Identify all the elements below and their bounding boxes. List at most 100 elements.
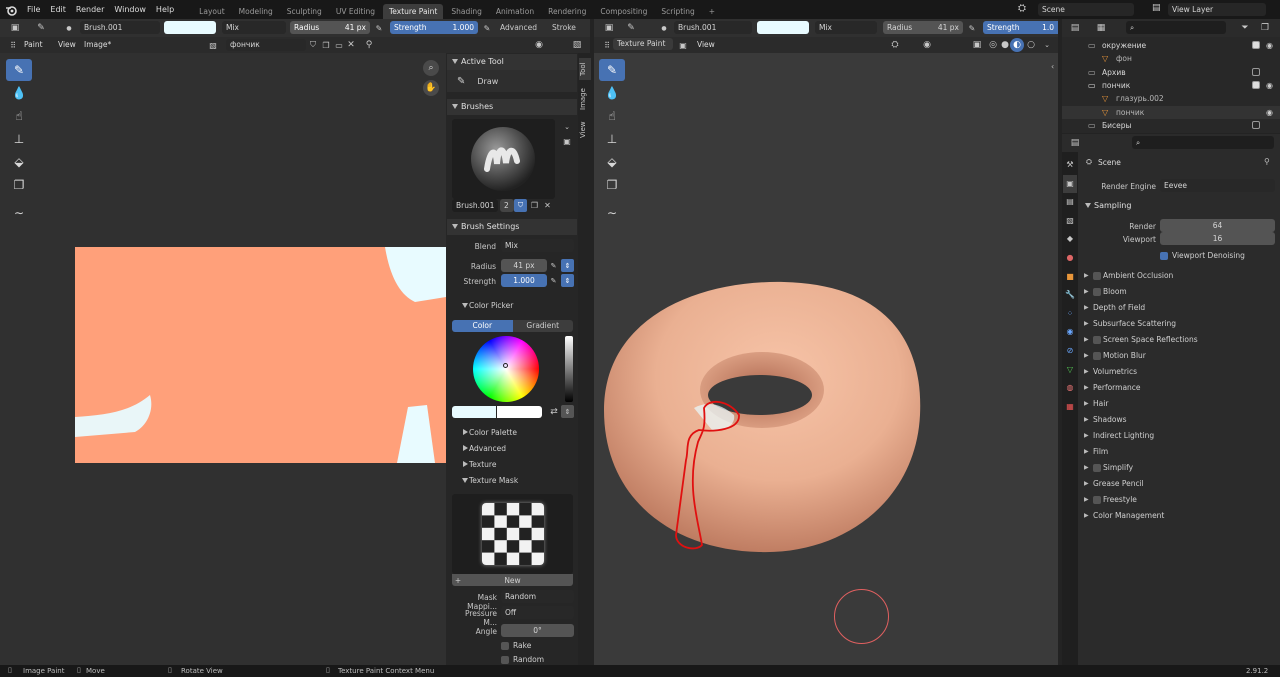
texture-mask-header[interactable]: Texture Mask [447,473,577,489]
brush-image-icon[interactable]: ▣ [560,134,574,148]
viewport-editor-type-icon[interactable]: ▣ [602,21,616,35]
scene-icon[interactable]: ⛭ [1018,3,1026,14]
modifier-tab-icon[interactable]: 🔧 [1063,286,1077,305]
panel-enable-checkbox[interactable] [1093,272,1101,280]
panel-subsurface-scattering[interactable]: ▶ Subsurface Scattering [1080,316,1280,332]
color-picker-header[interactable]: Color Picker [447,298,577,314]
outliner-row[interactable]: ▭ окружение ◉ [1062,39,1280,52]
scene-selector[interactable]: Scene [1038,3,1134,16]
data-tab-icon[interactable]: ▽ [1063,361,1077,380]
viewport-samples-field[interactable]: 16 [1160,232,1275,245]
rake-checkbox[interactable]: Rake [501,641,531,650]
object-tab-icon[interactable]: ■ [1063,268,1077,287]
radius-pen-icon[interactable]: ✎ [547,259,560,272]
viewport-soften-tool-icon[interactable]: 💧 [599,82,625,104]
strength-slider[interactable]: Strength 1.000 [390,21,478,34]
panel-motion-blur[interactable]: ▶ Motion Blur [1080,348,1280,364]
outliner-row[interactable]: ▽ глазурь.002 [1062,92,1280,105]
editor-type-icon[interactable]: ▣ [8,21,22,35]
tool-tab-icon[interactable]: ⚒ [1063,156,1077,175]
add-workspace-button[interactable]: + [703,4,721,19]
brush-color-swatch[interactable] [164,21,216,34]
viewport-gizmo-icon[interactable]: ⛭ [888,38,902,52]
radius-slider[interactable]: Radius 41 px [290,21,370,34]
material-tab-icon[interactable]: ◍ [1063,379,1077,398]
world-tab-icon[interactable]: ● [1063,249,1077,268]
image-browse-icon[interactable]: ▧ [206,38,220,52]
panel-shadows[interactable]: ▶ Shadows [1080,412,1280,428]
color-wheel[interactable] [473,336,539,402]
outliner-row[interactable]: ▽ фон [1062,52,1280,65]
viewport-clone-tool-icon[interactable]: ⊥ [599,128,625,150]
strength-pressure-toggle-icon[interactable]: ⇕ [561,274,574,287]
viewport-radius-slider[interactable]: Radius 41 px [883,21,963,34]
visibility-eye-icon[interactable]: ◉ [1266,106,1273,119]
swap-colors-icon[interactable]: ⇄ [547,405,561,419]
strength-pressure-icon[interactable]: ✎ [480,21,494,35]
random-checkbox[interactable]: Random [501,655,544,664]
menu-render[interactable]: Render [71,0,109,19]
brush-name-field[interactable]: Brush.001 [80,21,160,34]
viewport-view-menu[interactable]: View [697,40,715,49]
viewport-strength-slider[interactable]: Strength 1.0 [983,21,1058,34]
panel-enable-checkbox[interactable] [1093,336,1101,344]
outliner-search-input[interactable]: ⌕ [1126,21,1226,34]
material-shading-icon[interactable]: ◐ [1010,38,1024,52]
workspace-tab-layout[interactable]: Layout [193,4,231,19]
secondary-color-swatch[interactable] [497,406,542,418]
panel-simplify[interactable]: ▶ Simplify [1080,460,1280,476]
radius-pressure-icon[interactable]: ✎ [372,21,386,35]
view-layer-icon[interactable]: ▤ [1152,3,1161,13]
outliner-row[interactable]: ▭ Бисеры [1062,119,1280,132]
workspace-tab-uv-editing[interactable]: UV Editing [330,4,381,19]
viewport-overlay-icon[interactable]: ◉ [920,38,934,52]
donut-model[interactable] [594,280,934,570]
panel-grease-pencil[interactable]: ▶ Grease Pencil [1080,476,1280,492]
collection-exclude-checkbox[interactable] [1252,41,1260,49]
workspace-tab-shading[interactable]: Shading [445,4,487,19]
image-name-field[interactable]: фончик [226,39,306,51]
viewport-fill-tool-icon[interactable]: ⬙ [599,151,625,173]
brush-name-field-sidebar[interactable]: Brush.001 [452,199,498,212]
advanced-menu[interactable]: Advanced [500,23,537,32]
pin-icon[interactable]: ⚲ [362,38,376,52]
workspace-tab-compositing[interactable]: Compositing [594,4,653,19]
view-layer-tab-icon[interactable]: ▧ [1063,212,1077,231]
constraints-tab-icon[interactable]: ⊘ [1063,342,1077,361]
blend-mode-select[interactable]: Mix [222,21,286,34]
visibility-eye-icon[interactable]: ◉ [1266,39,1273,52]
workspace-tab-rendering[interactable]: Rendering [542,4,592,19]
angle-field[interactable]: 0° [501,624,574,637]
outliner-display-mode-icon[interactable]: ▦ [1094,21,1108,35]
brush-duplicate-icon[interactable]: ❐ [528,199,541,212]
properties-search-input[interactable]: ⌕ [1132,136,1274,149]
panel-indirect-lighting[interactable]: ▶ Indirect Lighting [1080,428,1280,444]
workspace-tab-scripting[interactable]: Scripting [655,4,700,19]
viewport-radius-pen-icon[interactable]: ✎ [965,21,979,35]
draw-tool-icon[interactable]: ✎ [6,59,32,81]
mode-select[interactable]: Paint [24,40,43,49]
render-tab-icon[interactable]: ▣ [1063,174,1077,194]
viewport-mask-icon[interactable]: ▣ [676,38,690,52]
strength-field-sidebar[interactable]: 1.000 [501,274,547,287]
tab-tool[interactable]: Tool [579,58,591,80]
panel-ambient-occlusion[interactable]: ▶ Ambient Occlusion [1080,268,1280,284]
brush-list-icon[interactable]: ⌄ [560,120,574,134]
workspace-tab-sculpting[interactable]: Sculpting [281,4,328,19]
brush-fake-user-icon[interactable]: ⛉ [514,199,527,212]
painted-texture[interactable] [75,247,506,463]
viewport-brush-browse-icon[interactable]: ● [657,21,671,35]
brush-users-count[interactable]: 2 [500,199,514,212]
new-collection-icon[interactable]: ❐ [1258,21,1272,35]
mask-tool-icon[interactable]: ❐ [6,174,32,196]
radius-unit-icon[interactable]: ⇕ [561,259,574,272]
panel-performance[interactable]: ▶ Performance [1080,380,1280,396]
fill-tool-icon[interactable]: ⬙ [6,151,32,173]
active-tool-header[interactable]: Active Tool [447,54,577,70]
panel-enable-checkbox[interactable] [1093,352,1101,360]
radius-field-sidebar[interactable]: 41 px [501,259,547,272]
rendered-shading-icon[interactable]: ○ [1024,38,1038,52]
primary-color-swatch[interactable] [452,406,496,418]
menu-help[interactable]: Help [151,0,179,19]
color-palette-header[interactable]: Color Palette [447,425,577,441]
